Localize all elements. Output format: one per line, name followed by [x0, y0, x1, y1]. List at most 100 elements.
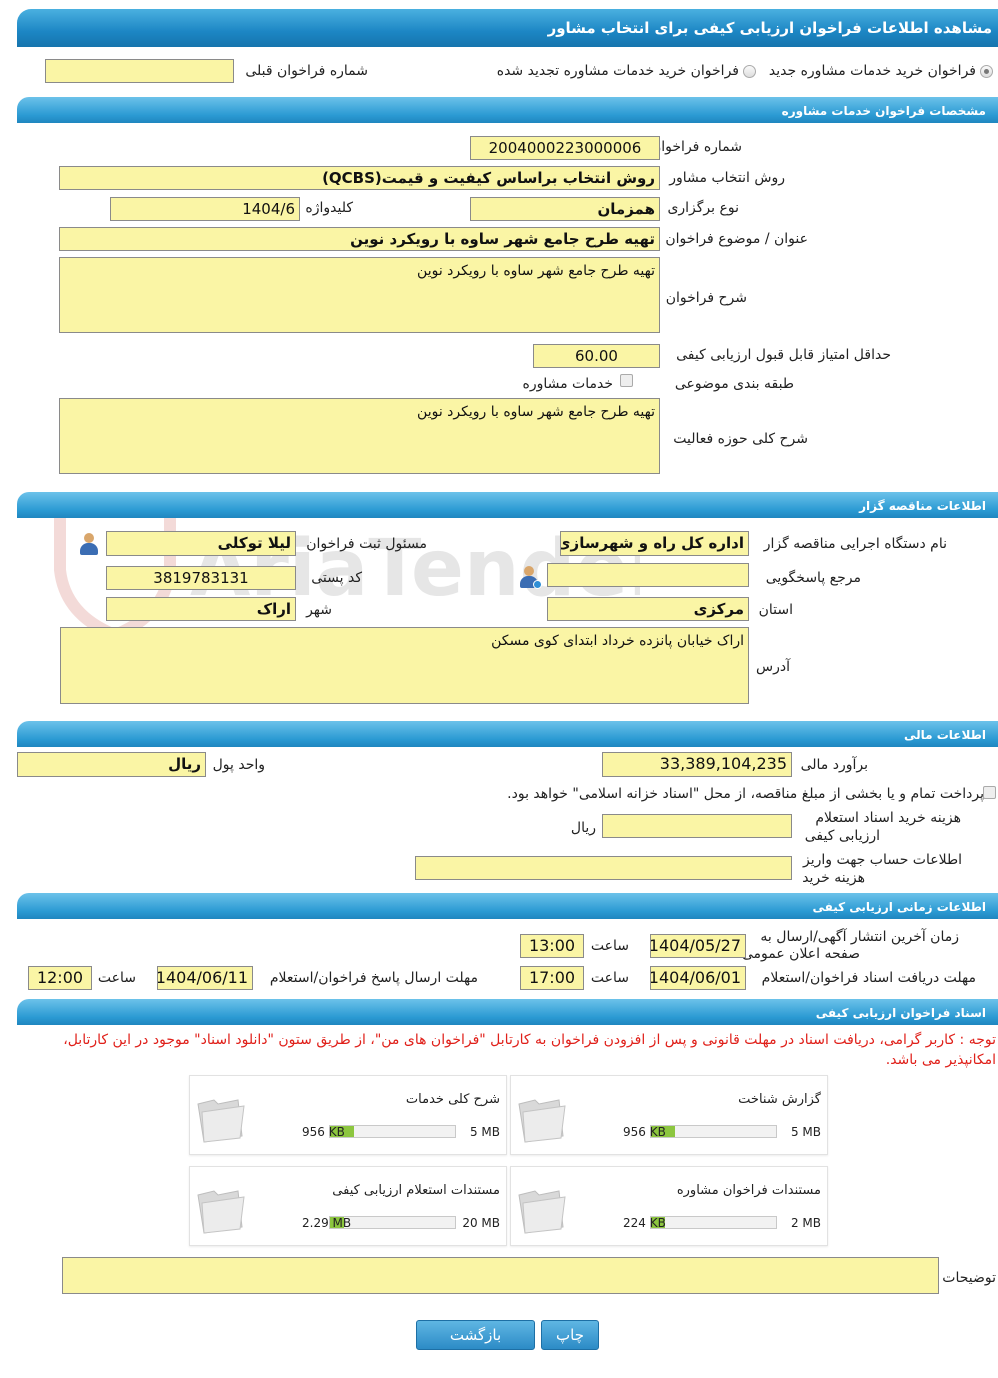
document-card[interactable]: مستندات استعلام ارزیابی کیفی 20 MB 2.29 MB — [189, 1166, 507, 1246]
radio-renewed-call-label: فراخوان خرید خدمات مشاوره تجدید شده — [496, 63, 739, 79]
user-icon[interactable] — [78, 532, 100, 556]
province-field: مرکزی — [547, 597, 749, 621]
document-card[interactable]: گزارش شناخت 5 MB 956 KB — [510, 1075, 828, 1155]
address-field: اراک خیابان پانزده خرداد ابتدای کوی مسکن — [60, 627, 749, 704]
page-title-bar: مشاهده اطلاعات فراخوان ارزیابی کیفی برای… — [17, 9, 998, 47]
reply-date-field: 1404/06/11 — [157, 966, 253, 990]
receive-time-field: 17:00 — [520, 966, 584, 990]
folder-icon — [518, 1190, 566, 1234]
download-notice: توجه : کاربر گرامی، دریافت اسناد در مهلت… — [2, 1030, 996, 1070]
previous-number-field[interactable] — [45, 59, 234, 83]
org-name-label: نام دستگاه اجرایی مناقصه گزار — [763, 536, 947, 552]
page-title: مشاهده اطلاعات فراخوان ارزیابی کیفی برای… — [547, 19, 992, 37]
document-file-size: 224 KB — [623, 1216, 666, 1230]
selection-method-label: روش انتخاب مشاور — [669, 170, 785, 186]
activity-scope-field: تهیه طرح جامع شهر ساوه با رویکرد نوین — [59, 398, 660, 474]
receive-docs-label: مهلت دریافت اسناد فراخوان/استعلام — [761, 970, 976, 986]
user-info-icon[interactable] — [518, 565, 542, 589]
reply-deadline-label: مهلت ارسال پاسخ فراخوان/استعلام — [269, 970, 478, 986]
budget-field: 33,389,104,235 — [602, 752, 792, 777]
publish-time-field: 13:00 — [520, 934, 584, 958]
subject-label: عنوان / موضوع فراخوان — [665, 231, 808, 247]
document-max-size: 5 MB — [790, 1125, 821, 1139]
call-description-field: تهیه طرح جامع شهر ساوه با رویکرد نوین — [59, 257, 660, 333]
responder-field — [547, 563, 749, 587]
download-notice-line-1: توجه : کاربر گرامی، دریافت اسناد در مهلت… — [63, 1032, 996, 1048]
document-title: شرح کلی خدمات — [405, 1092, 500, 1107]
back-button[interactable]: بازگشت — [416, 1320, 535, 1350]
registrar-field: لیلا توکلی — [106, 531, 296, 556]
category-value: خدمات مشاوره — [522, 376, 613, 392]
folder-icon — [197, 1190, 245, 1234]
radio-new-call-label: فراخوان خرید خدمات مشاوره جدید — [768, 63, 976, 79]
currency-field: ریال — [17, 752, 206, 777]
receive-date-field: 1404/06/01 — [650, 966, 746, 990]
document-card[interactable]: شرح کلی خدمات 5 MB 956 KB — [189, 1075, 507, 1155]
document-size-bar — [329, 1125, 456, 1138]
document-file-size: 956 KB — [623, 1125, 666, 1139]
document-title: مستندات استعلام ارزیابی کیفی — [332, 1183, 500, 1198]
category-checkbox[interactable] — [620, 374, 633, 387]
radio-renewed-call[interactable] — [743, 65, 756, 78]
document-size-bar — [650, 1125, 777, 1138]
document-max-size: 5 MB — [469, 1125, 500, 1139]
registrar-label: مسئول ثبت فراخوان — [306, 536, 427, 552]
publish-label-2: صفحه اعلان عمومی — [741, 946, 860, 962]
treasury-text: پرداخت تمام و یا بخشی از مبلغ مناقصه، از… — [507, 786, 984, 802]
section-header-org: اطلاعات مناقصه گزار — [17, 492, 998, 518]
folder-icon — [518, 1099, 566, 1143]
section-header-specs: مشخصات فراخوان خدمات مشاوره — [17, 97, 998, 123]
doc-cost-label-1: هزینه خرید اسناد استعلام — [815, 810, 961, 826]
account-label-2: هزینه خرید — [802, 870, 865, 886]
reply-time-label: ساعت — [97, 970, 136, 986]
publish-time-label: ساعت — [590, 938, 629, 954]
download-notice-line-2: امکانپذیر می باشد. — [885, 1052, 996, 1068]
section-header-documents: اسناد فراخوان ارزیابی کیفی — [17, 999, 998, 1025]
org-name-field: اداره کل راه و شهرسازی اس — [560, 531, 749, 556]
call-number-label: شماره فراخوان — [651, 139, 742, 155]
holding-type-field: همزمان — [470, 197, 660, 221]
province-label: استان — [758, 602, 793, 618]
doc-cost-unit: ریال — [570, 820, 596, 836]
postal-code-label: کد پستی — [311, 570, 362, 586]
account-label-1: اطلاعات حساب جهت واریز — [802, 852, 962, 868]
city-field: اراک — [106, 597, 296, 621]
section-header-financial: اطلاعات مالی — [17, 721, 998, 747]
publish-date-field: 1404/05/27 — [650, 934, 746, 958]
address-label: آدرس — [756, 659, 790, 675]
keyword-label: کلیدواژه — [305, 200, 353, 216]
receive-time-label: ساعت — [590, 970, 629, 986]
document-file-size: 956 KB — [302, 1125, 345, 1139]
document-max-size: 20 MB — [462, 1216, 500, 1230]
document-card[interactable]: مستندات فراخوان مشاوره 2 MB 224 KB — [510, 1166, 828, 1246]
previous-number-label: شماره فراخوان قبلی — [245, 63, 368, 79]
notes-field[interactable] — [62, 1257, 939, 1294]
document-size-bar — [650, 1216, 777, 1229]
reply-time-field: 12:00 — [28, 966, 92, 990]
notes-label: توضیحات — [942, 1270, 996, 1286]
document-file-size: 2.29 MB — [302, 1216, 352, 1230]
publish-label-1: زمان آخرین انتشار آگهی/ارسال به — [760, 929, 959, 945]
city-label: شهر — [306, 602, 332, 618]
doc-cost-field — [602, 814, 792, 838]
selection-method-field: روش انتخاب براساس کیفیت و قیمت(QCBS) — [59, 166, 660, 190]
document-title: گزارش شناخت — [738, 1092, 821, 1107]
radio-new-call[interactable] — [980, 65, 993, 78]
call-description-label: شرح فراخوان — [665, 290, 747, 306]
document-max-size: 2 MB — [790, 1216, 821, 1230]
subject-field: تهیه طرح جامع شهر ساوه با رویکرد نوین — [59, 227, 660, 251]
budget-label: برآورد مالی — [800, 757, 868, 773]
doc-cost-label-2: ارزیابی کیفی — [804, 828, 880, 844]
holding-type-label: نوع برگزاری — [667, 200, 739, 216]
treasury-checkbox[interactable] — [983, 786, 996, 799]
currency-label: واحد پول — [212, 757, 265, 773]
keyword-field: 1404/6 — [110, 197, 300, 221]
postal-code-field: 3819783131 — [106, 566, 296, 590]
min-score-label: حداقل امتیاز قابل قبول ارزیابی کیفی — [676, 347, 891, 363]
category-label: طبقه بندی موضوعی — [674, 376, 794, 392]
activity-scope-label: شرح کلی حوزه فعالیت — [673, 431, 808, 447]
print-button[interactable]: چاپ — [541, 1320, 599, 1350]
document-title: مستندات فراخوان مشاوره — [676, 1183, 821, 1198]
responder-label: مرجع پاسخگویی — [765, 570, 861, 586]
account-field — [415, 856, 792, 880]
